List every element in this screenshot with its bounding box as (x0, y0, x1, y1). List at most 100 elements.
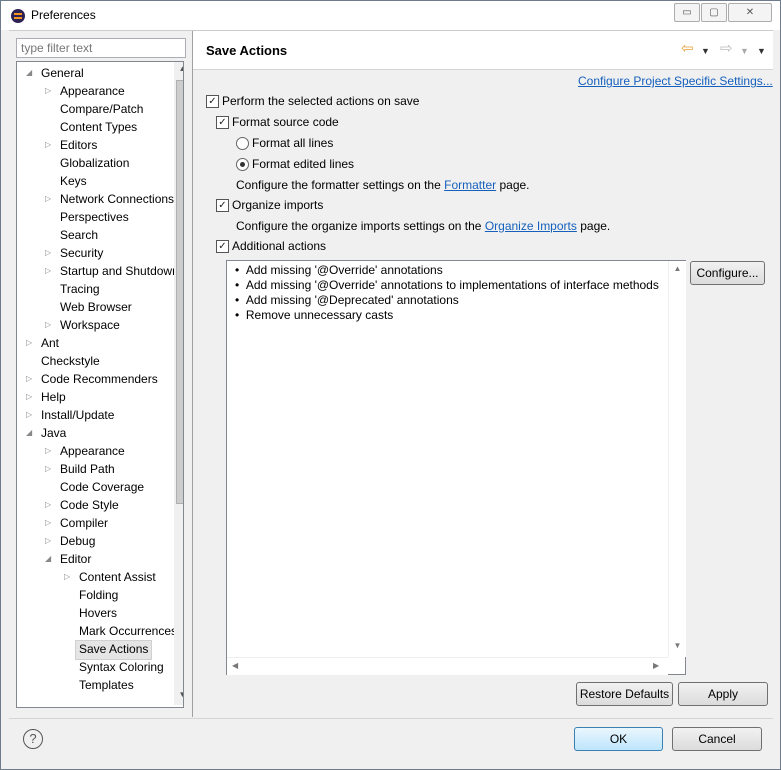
organize-imports-link[interactable]: Organize Imports (485, 219, 577, 233)
formatter-link[interactable]: Formatter (444, 178, 496, 192)
collapse-arrow-icon[interactable]: ◢ (26, 424, 32, 442)
tree-item[interactable]: Templates (79, 676, 134, 694)
configure-project-link[interactable]: Configure Project Specific Settings... (578, 74, 773, 88)
tree-item[interactable]: Code Coverage (60, 478, 144, 496)
tree-scroll-thumb[interactable] (176, 80, 183, 504)
forward-menu-icon[interactable]: ▼ (740, 44, 749, 59)
tree-item[interactable]: Workspace (60, 316, 120, 334)
tree-item[interactable]: Code Recommenders (41, 370, 158, 388)
expand-arrow-icon[interactable]: ▷ (45, 190, 51, 208)
filter-input[interactable]: type filter text (16, 38, 186, 58)
tree-item[interactable]: Keys (60, 172, 87, 190)
tree-item[interactable]: Appearance (60, 82, 125, 100)
organize-text-pre: Configure the organize imports settings … (236, 219, 482, 233)
expand-arrow-icon[interactable]: ▷ (45, 496, 51, 514)
tree-item[interactable]: Search (60, 226, 98, 244)
restore-defaults-button[interactable]: Restore Defaults (576, 682, 673, 706)
expand-arrow-icon[interactable]: ▷ (45, 262, 51, 280)
title-bar[interactable]: Preferences ▭ ▢ ✕ (1, 1, 780, 30)
action-text: Add missing '@Deprecated' annotations (245, 293, 459, 307)
tree-item[interactable]: Build Path (60, 460, 115, 478)
scroll-down-arrow-icon[interactable]: ▼ (174, 690, 183, 699)
tree-item[interactable]: Ant (41, 334, 59, 352)
format-source-checkbox[interactable]: ✓ (216, 116, 229, 129)
actions-horizontal-scrollbar[interactable]: ◀ ▶ (227, 657, 668, 675)
expand-arrow-icon[interactable]: ▷ (45, 136, 51, 154)
tree-item[interactable]: Code Style (60, 496, 119, 514)
expand-arrow-icon[interactable]: ▷ (26, 370, 32, 388)
actions-vertical-scrollbar[interactable]: ▲ ▼ (668, 261, 686, 657)
tree-item[interactable]: Editors (60, 136, 97, 154)
tree-item[interactable]: Network Connections (60, 190, 174, 208)
collapse-arrow-icon[interactable]: ◢ (26, 64, 32, 82)
format-edited-label: Format edited lines (252, 157, 355, 171)
forward-arrow-icon[interactable]: ⇨ (720, 41, 733, 56)
expand-arrow-icon[interactable]: ▷ (45, 316, 51, 334)
minimize-button[interactable]: ▭ (674, 3, 700, 22)
tree-item[interactable]: Content Assist (79, 568, 156, 586)
additional-actions-checkbox[interactable]: ✓ (216, 240, 229, 253)
preferences-window: Preferences ▭ ▢ ✕ type filter text ◢ Gene… (0, 0, 781, 770)
tree-item[interactable]: Hovers (79, 604, 117, 622)
tree-item[interactable]: Editor (60, 550, 91, 568)
tree-item[interactable]: Mark Occurrences (79, 622, 177, 640)
tree-item[interactable]: Install/Update (41, 406, 114, 424)
tree-item[interactable]: Compare/Patch (60, 100, 143, 118)
ok-button[interactable]: OK (574, 727, 663, 751)
organize-imports-checkbox[interactable]: ✓ (216, 199, 229, 212)
scroll-left-arrow-icon[interactable]: ◀ (232, 661, 238, 670)
expand-arrow-icon[interactable]: ▷ (64, 568, 70, 586)
preference-tree[interactable]: ◢ General ▷ Appearance Compare/Patch Content … (16, 61, 184, 708)
expand-arrow-icon[interactable]: ▷ (26, 334, 32, 352)
scroll-up-arrow-icon[interactable]: ▲ (174, 64, 183, 73)
tree-item[interactable]: Save Actions (75, 640, 153, 660)
view-menu-icon[interactable]: ▼ (757, 44, 766, 59)
additional-actions-list[interactable]: • Add missing '@Override' annotations • … (226, 260, 686, 675)
maximize-button[interactable]: ▢ (701, 3, 727, 22)
cancel-button[interactable]: Cancel (672, 727, 762, 751)
scroll-up-arrow-icon[interactable]: ▲ (669, 264, 686, 273)
scroll-right-arrow-icon[interactable]: ▶ (653, 661, 659, 670)
format-all-radio[interactable] (236, 137, 249, 150)
back-arrow-icon[interactable]: ⇦ (681, 41, 694, 56)
tree-item[interactable]: Checkstyle (41, 352, 100, 370)
tree-item[interactable]: Security (60, 244, 103, 262)
tree-item[interactable]: Globalization (60, 154, 129, 172)
expand-arrow-icon[interactable]: ▷ (45, 514, 51, 532)
expand-arrow-icon[interactable]: ▷ (45, 532, 51, 550)
configure-button[interactable]: Configure... (690, 261, 765, 285)
action-text: Add missing '@Override' annotations to i… (245, 278, 659, 292)
formatter-settings-text: Configure the formatter settings on the … (236, 178, 530, 192)
expand-arrow-icon[interactable]: ▷ (26, 388, 32, 406)
tree-item[interactable]: Folding (79, 586, 118, 604)
format-source-label: Format source code (232, 115, 339, 129)
tree-item[interactable]: Help (41, 388, 66, 406)
tree-item[interactable]: Java (41, 424, 66, 442)
expand-arrow-icon[interactable]: ▷ (45, 244, 51, 262)
tree-item[interactable]: Syntax Coloring (79, 658, 164, 676)
scroll-down-arrow-icon[interactable]: ▼ (669, 641, 686, 650)
tree-item[interactable]: Debug (60, 532, 95, 550)
collapse-arrow-icon[interactable]: ◢ (45, 550, 51, 568)
tree-item[interactable]: General (41, 64, 84, 82)
page-title: Save Actions (206, 43, 288, 58)
tree-vertical-scrollbar[interactable]: ▲ ▼ (174, 62, 183, 705)
tree-item[interactable]: Web Browser (60, 298, 132, 316)
expand-arrow-icon[interactable]: ▷ (45, 442, 51, 460)
tree-item[interactable]: Content Types (60, 118, 137, 136)
tree-item[interactable]: Appearance (60, 442, 125, 460)
help-icon[interactable]: ? (23, 729, 43, 749)
perform-actions-checkbox[interactable]: ✓ (206, 95, 219, 108)
apply-button[interactable]: Apply (678, 682, 768, 706)
close-button[interactable]: ✕ (728, 3, 772, 22)
expand-arrow-icon[interactable]: ▷ (45, 460, 51, 478)
expand-arrow-icon[interactable]: ▷ (26, 406, 32, 424)
format-edited-radio[interactable] (236, 158, 249, 171)
tree-item[interactable]: Perspectives (60, 208, 129, 226)
tree-item[interactable]: Startup and Shutdown (60, 262, 179, 280)
back-menu-icon[interactable]: ▼ (701, 44, 710, 59)
tree-item[interactable]: Tracing (60, 280, 100, 298)
tree-item[interactable]: Compiler (60, 514, 108, 532)
expand-arrow-icon[interactable]: ▷ (45, 82, 51, 100)
list-item: • Add missing '@Override' annotations (235, 263, 443, 277)
